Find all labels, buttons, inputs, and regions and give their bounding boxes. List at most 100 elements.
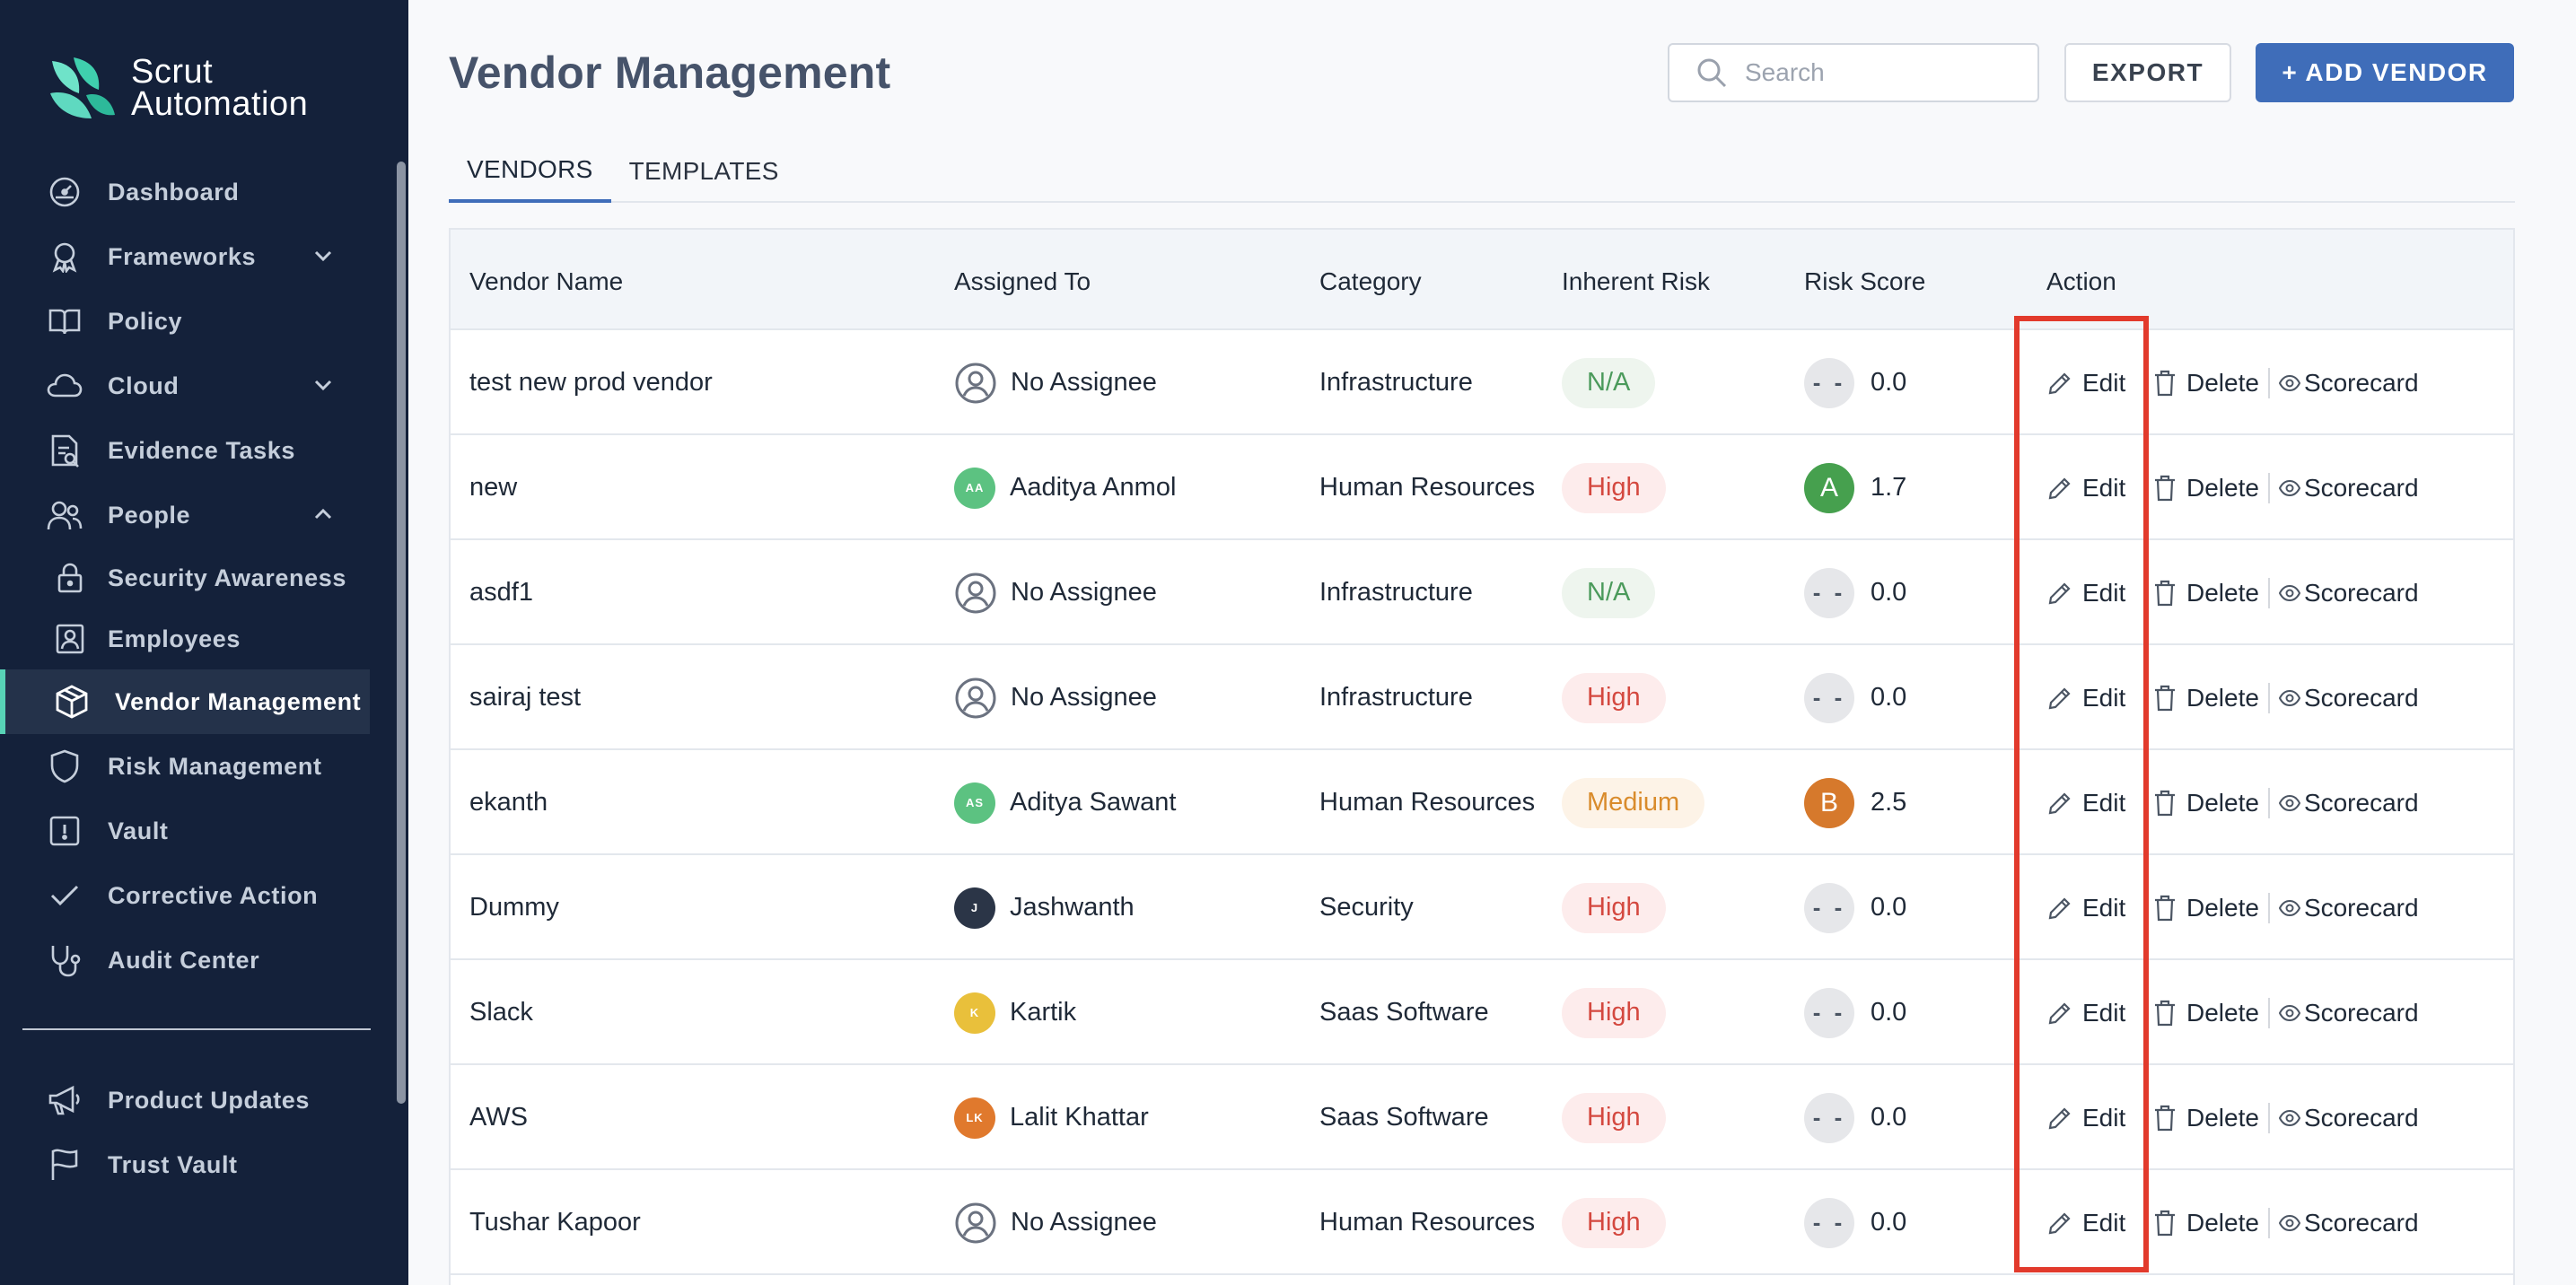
sidebar-item-policy[interactable]: Policy	[0, 289, 408, 354]
assigned-to[interactable]: No Assignee	[954, 540, 1157, 645]
delete-button[interactable]: Delete	[2152, 369, 2259, 398]
assigned-to[interactable]: LK Lalit Khattar	[954, 1065, 1149, 1170]
dashboard-icon	[47, 174, 83, 210]
table-row[interactable]: sairaj test No Assignee Infrastructure H…	[451, 645, 2513, 750]
scorecard-button[interactable]: Scorecard	[2278, 894, 2419, 922]
table-row[interactable]: asdf1 No Assignee Infrastructure N/A - -…	[451, 540, 2513, 645]
vendor-name[interactable]: sairaj test	[469, 645, 581, 750]
vendor-name[interactable]: new	[469, 435, 517, 540]
scorecard-button[interactable]: Scorecard	[2278, 369, 2419, 398]
action-separator	[2267, 1207, 2270, 1238]
delete-button[interactable]: Delete	[2152, 474, 2259, 503]
delete-button[interactable]: Delete	[2152, 1209, 2259, 1237]
category: Infrastructure	[1319, 645, 1473, 750]
sidebar-item-label: Audit Center	[108, 946, 260, 974]
vendor-name[interactable]: test new prod vendor	[469, 330, 713, 435]
sidebar-item-employees[interactable]: Employees	[0, 608, 408, 669]
sidebar-item-cloud[interactable]: Cloud	[0, 354, 408, 418]
sidebar-item-frameworks[interactable]: Frameworks	[0, 224, 408, 289]
sidebar-item-audit-center[interactable]: Audit Center	[0, 928, 408, 992]
sidebar-scrollbar[interactable]	[397, 162, 406, 1104]
action-separator	[2267, 997, 2270, 1028]
scorecard-button[interactable]: Scorecard	[2278, 474, 2419, 503]
score-value: 0.0	[1871, 368, 1907, 397]
sidebar-item-trust-vault[interactable]: Trust Vault	[0, 1132, 408, 1197]
sidebar-item-security-awareness[interactable]: Security Awareness	[0, 547, 408, 608]
tab-vendors[interactable]: VENDORS	[449, 140, 611, 203]
sidebar-item-people[interactable]: People	[0, 483, 408, 547]
vendor-name[interactable]: Slack	[469, 960, 533, 1065]
sidebar-item-product-updates[interactable]: Product Updates	[0, 1068, 408, 1132]
assigned-to[interactable]: No Assignee	[954, 1170, 1157, 1275]
scorecard-button[interactable]: Scorecard	[2278, 579, 2419, 608]
assigned-to[interactable]: AS Aditya Sawant	[954, 750, 1176, 855]
table-row[interactable]: test new prod vendor No Assignee Infrast…	[451, 330, 2513, 435]
scorecard-button[interactable]: Scorecard	[2278, 998, 2419, 1027]
delete-button[interactable]: Delete	[2152, 1104, 2259, 1132]
action-separator	[2267, 472, 2270, 503]
scorecard-button[interactable]: Scorecard	[2278, 1103, 2419, 1132]
assigned-to[interactable]: No Assignee	[954, 330, 1157, 435]
sidebar-item-vendor-management[interactable]: Vendor Management	[0, 669, 370, 734]
assigned-to[interactable]: K Kartik	[954, 960, 1076, 1065]
vendor-name[interactable]: AWS	[469, 1065, 528, 1170]
table-row[interactable]: Dummy J Jashwanth Security High - - 0.0 …	[451, 855, 2513, 960]
export-button[interactable]: EXPORT	[2064, 43, 2231, 102]
chevron-down-icon[interactable]	[311, 373, 335, 397]
sidebar-item-vault[interactable]: Vault	[0, 799, 408, 863]
trash-icon	[2155, 790, 2175, 816]
trash-icon	[2155, 580, 2175, 606]
table-row[interactable]: AWS LK Lalit Khattar Saas Software High …	[451, 1065, 2513, 1170]
search-input[interactable]	[1745, 58, 2032, 87]
sidebar: Scrut Automation Dashboard Frameworks Po…	[0, 0, 408, 1285]
search-box[interactable]	[1668, 43, 2039, 102]
column-header-vendor-name[interactable]: Vendor Name	[469, 267, 623, 296]
add-vendor-button[interactable]: + ADD VENDOR	[2256, 43, 2514, 102]
delete-button[interactable]: Delete	[2152, 894, 2259, 922]
delete-label: Delete	[2186, 683, 2259, 712]
grade-badge: - -	[1804, 672, 1854, 723]
inherent-risk: High	[1562, 435, 1666, 540]
table-row[interactable]: ekanth AS Aditya Sawant Human Resources …	[451, 750, 2513, 855]
column-header-risk-score[interactable]: Risk Score	[1804, 267, 1925, 296]
tab-templates[interactable]: TEMPLATES	[611, 140, 797, 203]
chevron-up-icon[interactable]	[311, 503, 335, 526]
risk-badge: N/A	[1562, 357, 1656, 408]
table-row[interactable]: Tushar Kapoor No Assignee Human Resource…	[451, 1170, 2513, 1275]
table-row[interactable]: Slack K Kartik Saas Software High - - 0.…	[451, 960, 2513, 1065]
scorecard-button[interactable]: Scorecard	[2278, 1209, 2419, 1237]
column-header-inherent-risk[interactable]: Inherent Risk	[1562, 267, 1710, 296]
sidebar-item-dashboard[interactable]: Dashboard	[0, 160, 408, 224]
sidebar-item-corrective-action[interactable]: Corrective Action	[0, 863, 408, 928]
column-header-assigned-to[interactable]: Assigned To	[954, 267, 1091, 296]
delete-label: Delete	[2186, 998, 2259, 1027]
sidebar-item-evidence-tasks[interactable]: Evidence Tasks	[0, 418, 408, 483]
delete-button[interactable]: Delete	[2152, 684, 2259, 712]
scorecard-button[interactable]: Scorecard	[2278, 789, 2419, 817]
delete-button[interactable]: Delete	[2152, 789, 2259, 817]
sidebar-item-label: Evidence Tasks	[108, 436, 296, 464]
scorecard-label: Scorecard	[2303, 998, 2419, 1027]
score-value: 2.5	[1871, 788, 1907, 817]
vendor-name[interactable]: asdf1	[469, 540, 533, 645]
chevron-down-icon[interactable]	[311, 244, 335, 267]
sidebar-item-risk-management[interactable]: Risk Management	[0, 734, 408, 799]
inherent-risk: High	[1562, 645, 1666, 750]
delete-button[interactable]: Delete	[2152, 999, 2259, 1027]
vendor-name[interactable]: Dummy	[469, 855, 559, 960]
brand-logo[interactable]: Scrut Automation	[45, 54, 308, 122]
vendor-name[interactable]: ekanth	[469, 750, 548, 855]
vault-icon	[47, 813, 83, 849]
scorecard-label: Scorecard	[2303, 1103, 2419, 1132]
column-header-category[interactable]: Category	[1319, 267, 1422, 296]
assigned-to[interactable]: No Assignee	[954, 645, 1157, 750]
vendor-name[interactable]: Tushar Kapoor	[469, 1170, 641, 1275]
table-row[interactable]: new AA Aaditya Anmol Human Resources Hig…	[451, 435, 2513, 540]
category-text: Saas Software	[1319, 1103, 1489, 1132]
action-separator	[2267, 367, 2270, 398]
delete-button[interactable]: Delete	[2152, 579, 2259, 608]
assigned-to[interactable]: J Jashwanth	[954, 855, 1135, 960]
category: Saas Software	[1319, 1065, 1489, 1170]
scorecard-button[interactable]: Scorecard	[2278, 684, 2419, 712]
assigned-to[interactable]: AA Aaditya Anmol	[954, 435, 1176, 540]
